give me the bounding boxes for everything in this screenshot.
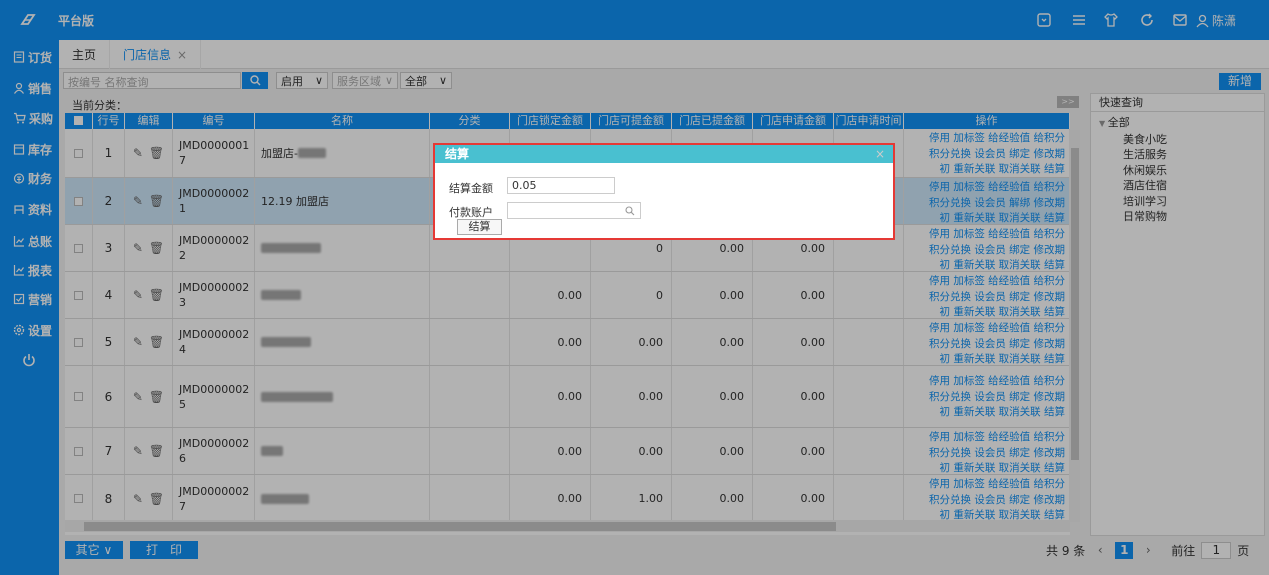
account-label: 付款账户 (449, 206, 493, 219)
amount-label: 结算金额 (449, 182, 493, 195)
settlement-dialog: 结算 × 结算金额 0.05 付款账户 结算 (433, 143, 895, 240)
dialog-title: 结算 (445, 147, 470, 161)
amount-input[interactable]: 0.05 (507, 177, 615, 194)
settle-button[interactable]: 结算 (457, 219, 502, 235)
dialog-title-bar: 结算 × (435, 145, 893, 163)
modal-overlay (0, 0, 1269, 575)
close-icon[interactable]: × (875, 145, 885, 163)
search-icon (625, 206, 635, 216)
account-input[interactable] (507, 202, 641, 219)
